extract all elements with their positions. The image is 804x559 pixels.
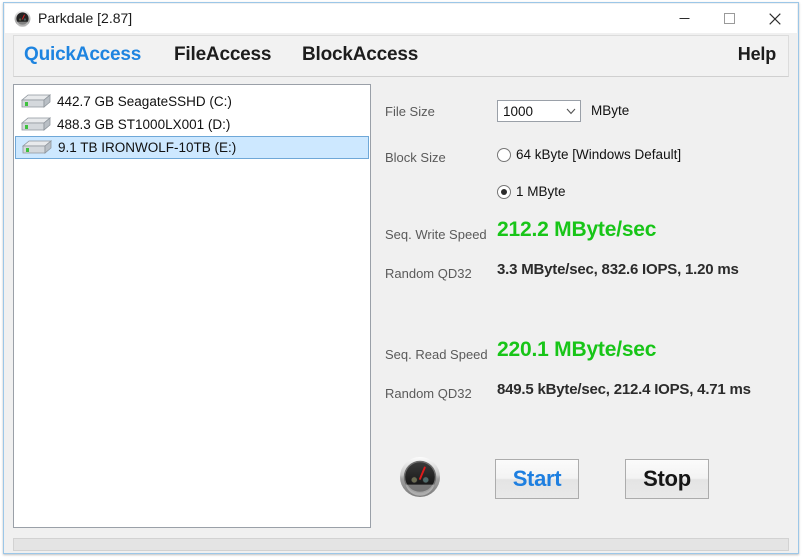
progress-status-bar — [13, 538, 789, 551]
file-size-label: File Size — [385, 104, 435, 119]
list-item-selected[interactable]: 9.1 TB IRONWOLF-10TB (E:) — [15, 136, 369, 159]
maximize-button[interactable] — [707, 4, 752, 33]
tab-quickaccess[interactable]: QuickAccess — [24, 44, 141, 66]
application-window: Parkdale [2.87] QuickAccess FileAccess B… — [3, 2, 799, 554]
seq-read-speed-value: 220.1 MByte/sec — [497, 338, 657, 361]
hard-drive-icon — [20, 115, 52, 134]
drive-label: 442.7 GB SeagateSSHD (C:) — [57, 94, 232, 109]
write-random-qd32-label: Random QD32 — [385, 266, 472, 281]
file-size-unit: MByte — [591, 103, 630, 118]
radio-selected-icon — [497, 184, 511, 199]
close-button[interactable] — [752, 4, 797, 33]
list-item[interactable]: 488.3 GB ST1000LX001 (D:) — [15, 113, 369, 136]
drive-list[interactable]: 442.7 GB SeagateSSHD (C:) 488.3 GB ST100… — [13, 84, 371, 528]
stop-button[interactable]: Stop — [625, 459, 709, 499]
drive-label: 9.1 TB IRONWOLF-10TB (E:) — [58, 140, 237, 155]
list-item[interactable]: 442.7 GB SeagateSSHD (C:) — [15, 90, 369, 113]
seq-write-speed-value: 212.2 MByte/sec — [497, 218, 657, 241]
write-random-qd32-value: 3.3 MByte/sec, 832.6 IOPS, 1.20 ms — [497, 261, 739, 278]
tab-blockaccess[interactable]: BlockAccess — [302, 44, 418, 66]
hard-drive-icon — [21, 138, 53, 157]
radio-block-1mbyte[interactable]: 1 MByte — [497, 184, 566, 199]
radio-label: 1 MByte — [516, 184, 566, 199]
help-link[interactable]: Help — [738, 44, 776, 65]
read-random-qd32-value: 849.5 kByte/sec, 212.4 IOPS, 4.71 ms — [497, 381, 751, 398]
start-button[interactable]: Start — [495, 459, 579, 499]
file-size-select[interactable]: 1000 — [497, 100, 581, 122]
window-controls — [662, 4, 797, 33]
title-bar: Parkdale [2.87] — [5, 4, 797, 33]
drive-label: 488.3 GB ST1000LX001 (D:) — [57, 117, 231, 132]
speedometer-icon — [14, 10, 31, 28]
chevron-down-icon — [562, 108, 580, 115]
settings-panel: File Size 1000 MByte Block Size 64 kByte… — [381, 84, 791, 528]
speedometer-icon — [399, 456, 441, 498]
radio-block-64kbyte[interactable]: 64 kByte [Windows Default] — [497, 147, 681, 162]
file-size-value: 1000 — [503, 103, 534, 119]
seq-read-speed-label: Seq. Read Speed — [385, 347, 488, 362]
window-title: Parkdale [2.87] — [38, 10, 133, 26]
window-client-area: Parkdale [2.87] QuickAccess FileAccess B… — [5, 4, 797, 552]
hard-drive-icon — [20, 92, 52, 111]
radio-unselected-icon — [497, 147, 511, 162]
tab-bar: QuickAccess FileAccess BlockAccess Help — [13, 35, 789, 77]
minimize-button[interactable] — [662, 4, 707, 33]
radio-label: 64 kByte [Windows Default] — [516, 147, 682, 162]
seq-write-speed-label: Seq. Write Speed — [385, 227, 487, 242]
block-size-label: Block Size — [385, 150, 446, 165]
tab-fileaccess[interactable]: FileAccess — [174, 44, 271, 66]
read-random-qd32-label: Random QD32 — [385, 386, 472, 401]
